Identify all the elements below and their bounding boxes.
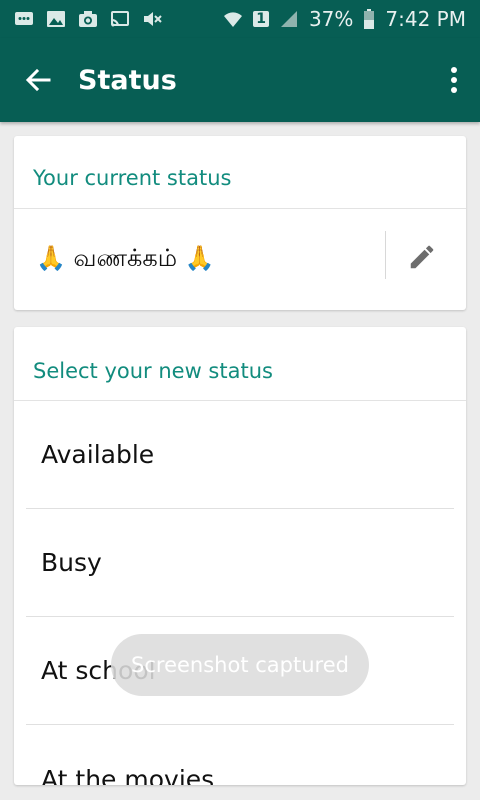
clock: 7:42 PM: [385, 7, 466, 31]
cast-icon: [111, 11, 129, 27]
mute-icon: [144, 12, 162, 26]
overflow-menu-button[interactable]: [444, 62, 464, 98]
more-vert-icon: [451, 67, 457, 73]
sim-icon: 1: [253, 11, 269, 27]
current-status-text: 🙏 வணக்கம் 🙏: [36, 243, 215, 272]
notification-icons: [14, 10, 162, 28]
arrow-left-icon: [25, 68, 51, 92]
battery-level: 37%: [308, 7, 354, 31]
back-button[interactable]: [22, 64, 54, 96]
app-bar: Status: [0, 38, 480, 122]
current-status-card: Your current status 🙏 வணக்கம் 🙏: [14, 136, 466, 310]
message-icon: [15, 12, 33, 25]
wifi-icon: [224, 12, 243, 27]
toast: Screenshot captured: [111, 634, 369, 696]
edit-status-button[interactable]: [402, 237, 442, 277]
new-status-card: Select your new status Available Busy At…: [14, 327, 466, 785]
system-indicators: 1 37% 7:42 PM: [223, 7, 466, 31]
image-icon: [47, 11, 65, 27]
divider: [385, 231, 386, 279]
signal-icon: [280, 11, 297, 27]
status-list: Available Busy At school At the movies: [14, 401, 466, 785]
system-status-bar: 1 37% 7:42 PM: [0, 0, 480, 38]
status-option[interactable]: At the movies: [26, 725, 454, 786]
status-option[interactable]: Busy: [26, 509, 454, 617]
pencil-icon: [410, 245, 434, 269]
camera-icon: [79, 11, 97, 27]
page-title: Status: [78, 64, 177, 96]
current-status-row[interactable]: 🙏 வணக்கம் 🙏: [14, 209, 466, 309]
battery-icon: [364, 9, 375, 29]
current-status-header: Your current status: [14, 136, 466, 209]
new-status-header: Select your new status: [14, 327, 466, 401]
status-option[interactable]: Available: [26, 401, 454, 509]
